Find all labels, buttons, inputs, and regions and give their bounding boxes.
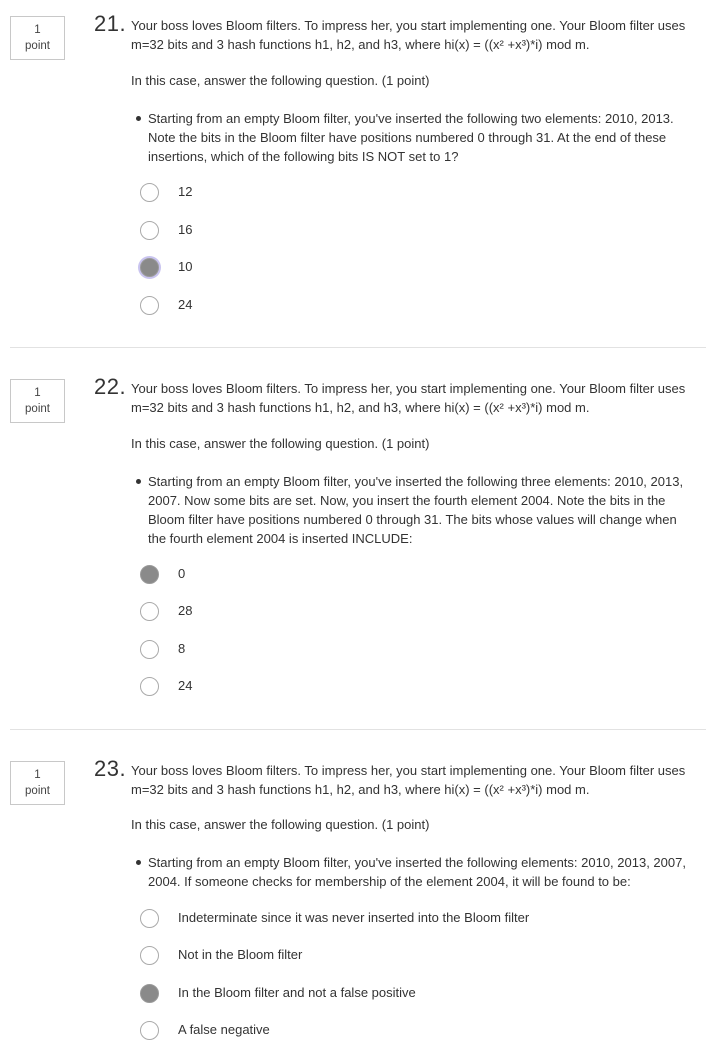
divider [10,347,706,348]
points-unit: point [25,785,50,797]
radio-button[interactable] [140,183,159,202]
points-unit: point [25,40,50,52]
question-bullet-text: Starting from an empty Bloom filter, you… [148,111,674,164]
option-label: 10 [178,259,193,274]
radio-button[interactable] [140,1021,159,1040]
question-instruction: In this case, answer the following quest… [131,436,430,451]
question-instruction: In this case, answer the following quest… [131,817,430,832]
bullet-dot [136,479,141,484]
question-text: Your boss loves Bloom filters. To impres… [131,381,686,415]
points-value: 1 [34,387,41,399]
option-label: 24 [178,678,193,693]
question-bullet-text: Starting from an empty Bloom filter, you… [148,855,686,889]
bullet-dot [136,860,141,865]
option-label: A false negative [178,1022,270,1037]
option-label: Indeterminate since it was never inserte… [178,910,530,925]
option-label: 28 [178,603,193,618]
radio-button-selected[interactable] [140,565,159,584]
question-text: Your boss loves Bloom filters. To impres… [131,18,686,52]
option-label: 0 [178,566,186,581]
radio-button[interactable] [140,221,159,240]
points-box: 1 point [10,16,65,60]
option-label: 16 [178,222,193,237]
question-bullet-text: Starting from an empty Bloom filter, you… [148,474,684,546]
option-label: 8 [178,641,186,656]
points-unit: point [25,403,50,415]
bullet-dot [136,116,141,121]
points-value: 1 [34,24,41,36]
radio-button[interactable] [140,946,159,965]
question-number: 23. [94,756,127,781]
option-label: 24 [178,297,193,312]
radio-button[interactable] [140,909,159,928]
question-text: Your boss loves Bloom filters. To impres… [131,763,686,797]
question-number: 21. [94,11,127,36]
question-instruction: In this case, answer the following quest… [131,73,430,88]
option-label: Not in the Bloom filter [178,947,303,962]
option-label: 12 [178,184,193,199]
points-box: 1 point [10,761,65,805]
radio-button[interactable] [140,677,159,696]
radio-button[interactable] [140,640,159,659]
radio-button[interactable] [140,296,159,315]
divider [10,729,706,730]
radio-button-selected[interactable] [140,984,159,1003]
radio-button-selected[interactable] [140,258,159,277]
radio-button[interactable] [140,602,159,621]
question-number: 22. [94,374,127,399]
option-label: In the Bloom filter and not a false posi… [178,985,416,1000]
points-value: 1 [34,769,41,781]
points-box: 1 point [10,379,65,423]
